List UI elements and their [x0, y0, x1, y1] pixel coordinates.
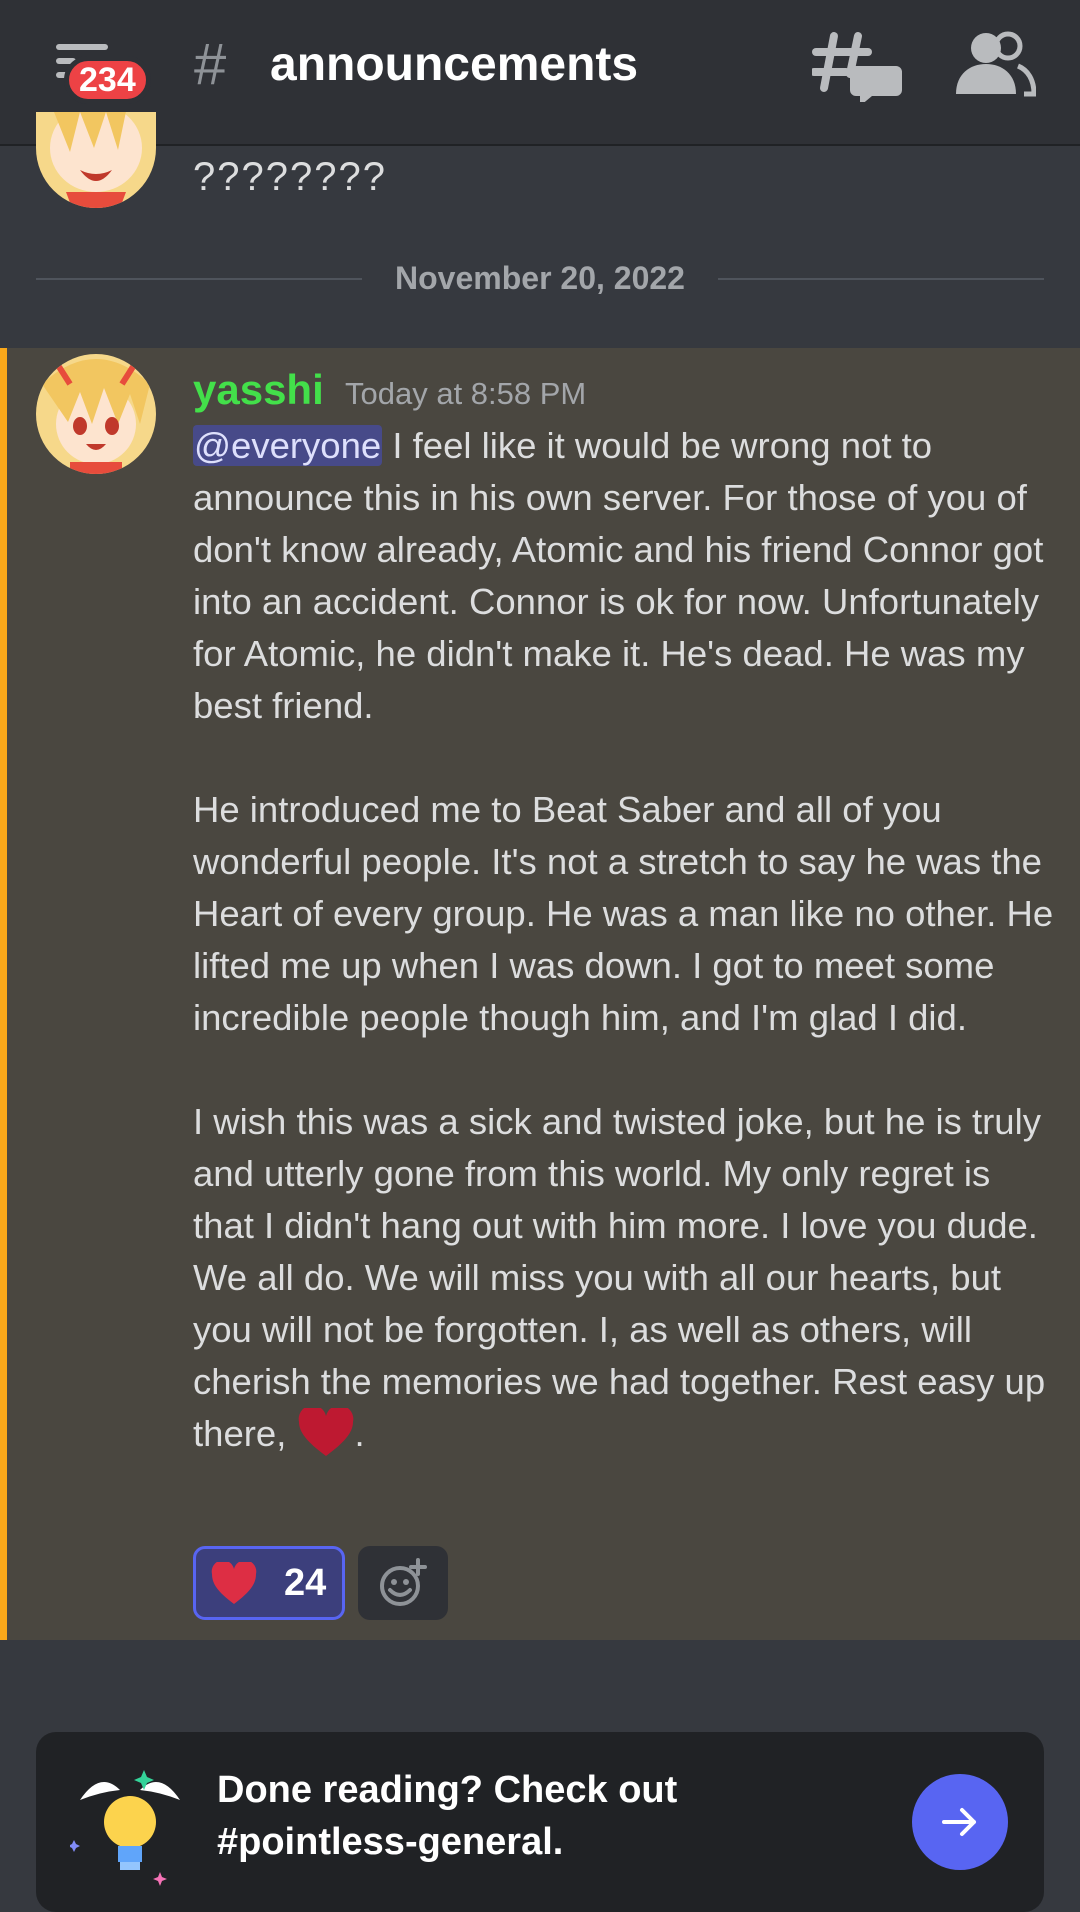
date-divider: November 20, 2022 — [36, 252, 1044, 304]
channel-title[interactable]: announcements — [270, 34, 638, 96]
add-reaction-icon — [380, 1558, 427, 1606]
arrow-right-icon — [942, 1808, 976, 1836]
previous-message-text: ???????? — [193, 155, 387, 199]
add-reaction-button[interactable] — [358, 1546, 448, 1620]
message-author[interactable]: yasshi — [193, 366, 324, 414]
date-divider-label: November 20, 2022 — [395, 260, 685, 296]
author-avatar[interactable] — [36, 354, 156, 474]
message-paragraph-1: @everyone I feel like it would be wrong … — [193, 420, 1055, 732]
unread-badge[interactable]: 234 — [64, 56, 151, 104]
paragraph-3-end: . — [354, 1413, 365, 1454]
message-body: @everyone I feel like it would be wrong … — [193, 420, 1055, 1460]
threads-icon[interactable] — [812, 30, 904, 102]
jump-to-channel-button[interactable] — [912, 1774, 1008, 1870]
jump-to-channel-card[interactable]: Done reading? Check out #pointless-gener… — [36, 1732, 1044, 1912]
message-timestamp: Today at 8:58 PM — [345, 376, 587, 411]
paragraph-1-text: I feel like it would be wrong not to ann… — [193, 425, 1044, 726]
top-bar: 234 # announcements — [0, 0, 1080, 146]
channel-hash-icon: # — [194, 32, 227, 97]
jump-card-text: Done reading? Check out #pointless-gener… — [217, 1769, 678, 1863]
lightbulb-icon — [70, 1770, 180, 1886]
members-icon[interactable] — [952, 30, 1036, 100]
reaction-count: 24 — [284, 1562, 327, 1604]
heart-icon — [211, 1562, 257, 1604]
heart-emoji-icon — [298, 1408, 353, 1456]
message-paragraph-2: He introduced me to Beat Saber and all o… — [193, 789, 1054, 1038]
paragraph-3-text: I wish this was a sick and twisted joke,… — [193, 1101, 1046, 1454]
message-paragraph-3: I wish this was a sick and twisted joke,… — [193, 1096, 1055, 1460]
previous-message-avatar[interactable] — [36, 112, 156, 208]
heart-reaction-button[interactable]: 24 — [193, 1546, 345, 1620]
everyone-mention[interactable]: @everyone — [193, 425, 383, 466]
